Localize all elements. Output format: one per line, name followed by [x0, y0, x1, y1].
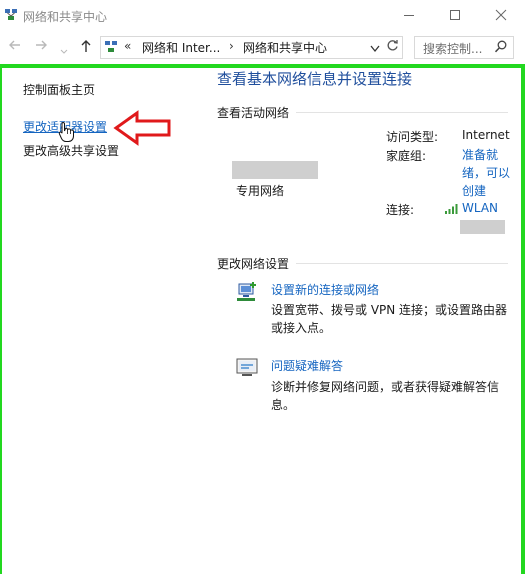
refresh-icon — [387, 40, 398, 51]
breadcrumb-overflow[interactable]: « — [124, 39, 131, 53]
annotation-arrow — [113, 110, 171, 146]
breadcrumb-network-sharing-center[interactable]: 网络和共享中心 — [243, 39, 327, 56]
active-networks-heading: 查看活动网络 — [217, 106, 290, 120]
chevron-down-icon — [60, 49, 68, 54]
recent-locations-button[interactable] — [60, 43, 68, 59]
search-icon — [494, 40, 507, 53]
close-button[interactable] — [478, 0, 524, 30]
chevron-down-icon — [370, 45, 380, 53]
new-connection-icon — [237, 282, 256, 301]
address-dropdown-button[interactable] — [370, 42, 380, 56]
refresh-button[interactable] — [386, 39, 399, 55]
network-center-icon — [5, 9, 17, 20]
divider — [296, 112, 508, 113]
network-center-icon — [105, 41, 117, 52]
forward-arrow-icon — [36, 40, 47, 50]
window-title: 网络和共享中心 — [23, 10, 108, 24]
hand-cursor-icon — [58, 121, 74, 142]
search-button[interactable] — [494, 40, 507, 56]
connection-label: 连接: — [386, 203, 415, 217]
wlan-connection-link[interactable]: WLAN — [462, 201, 498, 215]
up-arrow-icon — [81, 40, 91, 52]
search-placeholder: 搜索控制... — [423, 42, 483, 56]
sidebar-item-change-advanced-sharing[interactable]: 更改高级共享设置 — [23, 142, 119, 159]
homegroup-label: 家庭组: — [386, 149, 427, 163]
page-title: 查看基本网络信息并设置连接 — [217, 70, 413, 88]
back-arrow-icon — [9, 40, 20, 50]
minimize-icon — [404, 15, 414, 16]
change-settings-heading: 更改网络设置 — [217, 257, 290, 271]
close-icon — [495, 9, 507, 21]
setup-new-connection-link[interactable]: 设置新的连接或网络 — [271, 281, 379, 298]
network-name-redacted — [232, 161, 318, 179]
breadcrumb-network-internet[interactable]: 网络和 Inter... — [142, 39, 220, 56]
maximize-button[interactable] — [432, 0, 478, 30]
maximize-icon — [450, 10, 460, 20]
network-type: 专用网络 — [236, 184, 285, 198]
breadcrumb-separator: › — [229, 39, 234, 53]
homegroup-link[interactable]: 准备就绪，可以创建 — [462, 146, 514, 200]
access-type-label: 访问类型: — [386, 130, 439, 144]
forward-button[interactable] — [34, 39, 48, 55]
sidebar-item-control-panel-home[interactable]: 控制面板主页 — [23, 81, 95, 98]
setup-new-connection-description: 设置宽带、拨号或 VPN 连接；或设置路由器或接入点。 — [271, 303, 508, 335]
wifi-signal-icon — [445, 204, 458, 214]
divider — [296, 263, 508, 264]
up-button[interactable] — [80, 39, 92, 57]
troubleshoot-link[interactable]: 问题疑难解答 — [271, 357, 343, 374]
minimize-button[interactable] — [386, 0, 432, 30]
access-type-value: Internet — [462, 128, 510, 142]
troubleshoot-description: 诊断并修复网络问题，或者获得疑难解答信息。 — [271, 380, 500, 412]
ssid-redacted — [460, 220, 505, 234]
back-button[interactable] — [8, 39, 22, 55]
troubleshoot-icon — [236, 358, 258, 376]
